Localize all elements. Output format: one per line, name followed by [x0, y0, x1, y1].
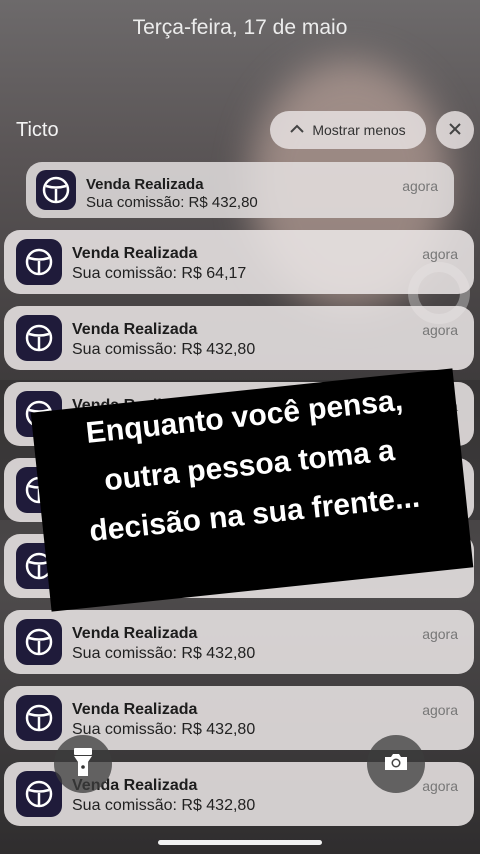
flashlight-button[interactable]	[54, 735, 112, 793]
camera-button[interactable]	[367, 735, 425, 793]
notification-time: agora	[422, 246, 458, 262]
notification-body: Sua comissão: R$ 432,80	[72, 645, 256, 662]
ticto-app-icon	[16, 619, 62, 665]
notification-card[interactable]: Venda RealizadaSua comissão: R$ 432,80 ag…	[26, 162, 454, 218]
ticto-app-icon	[16, 695, 62, 741]
notification-title: Venda Realizada	[72, 625, 198, 642]
home-indicator[interactable]	[158, 840, 322, 845]
notification-title: Venda Realizada	[86, 176, 204, 193]
ticto-app-icon	[16, 315, 62, 361]
notification-card[interactable]: Venda Realizada Sua comissão: R$ 64,17 ago…	[4, 230, 474, 294]
notification-group-title: Ticto	[16, 119, 59, 141]
notification-card[interactable]: Venda Realizada Sua comissão: R$ 432,80 ag…	[4, 306, 474, 370]
close-group-button[interactable]	[436, 111, 474, 149]
chevron-up-icon	[290, 121, 305, 139]
camera-icon	[383, 752, 409, 777]
show-less-button[interactable]: Mostrar menos	[270, 111, 426, 149]
notification-time: agora	[402, 178, 438, 194]
notification-time: agora	[422, 322, 458, 338]
ticto-app-icon	[16, 239, 62, 285]
flashlight-icon	[72, 747, 94, 782]
close-icon	[448, 120, 462, 141]
notification-time: agora	[422, 778, 458, 794]
notification-time: agora	[422, 626, 458, 642]
notification-body: Sua comissão: R$ 432,80	[72, 721, 256, 738]
notification-body: Sua comissão: R$ 432,80	[72, 341, 256, 358]
lockscreen-date: Terça-feira, 17 de maio	[132, 16, 348, 39]
ticto-app-icon	[16, 771, 62, 817]
notification-title: Venda Realizada	[72, 701, 198, 718]
notification-body: Sua comissão: R$ 432,80	[72, 797, 256, 814]
notification-time: agora	[422, 702, 458, 718]
show-less-label: Mostrar menos	[312, 122, 406, 138]
ticto-app-icon	[36, 170, 76, 210]
notification-title: Venda Realizada	[72, 245, 198, 262]
notification-title: Venda Realizada	[72, 321, 198, 338]
notification-card[interactable]: Venda Realizada Sua comissão: R$ 432,80 ag…	[4, 610, 474, 674]
notification-body: Sua comissão: R$ 64,17	[72, 265, 247, 282]
notification-body: Sua comissão: R$ 432,80	[86, 194, 258, 211]
